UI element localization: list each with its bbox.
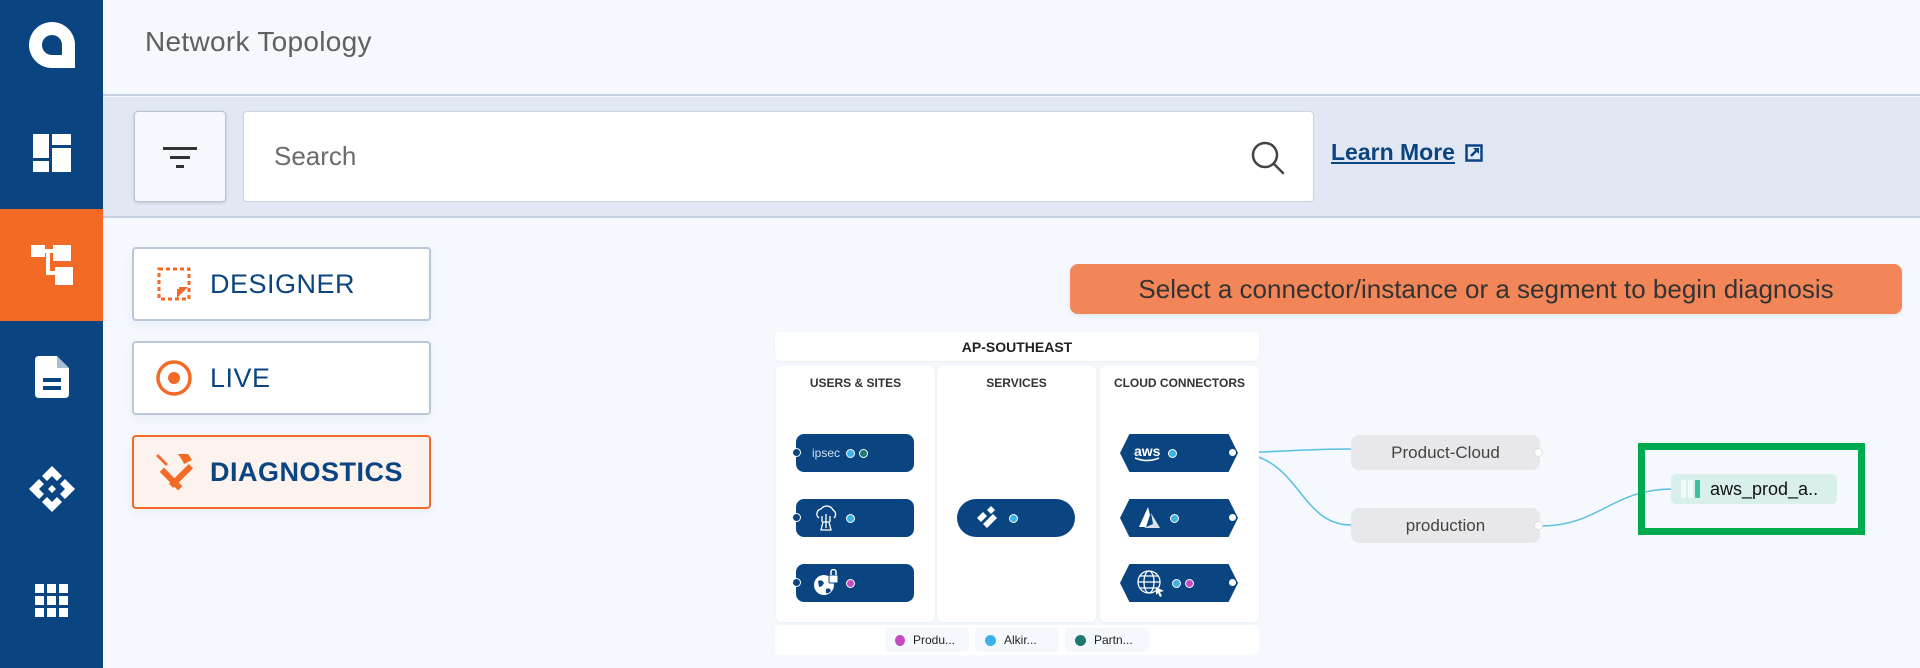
- region-title: AP-SOUTHEAST: [775, 332, 1259, 361]
- segment-dot: [1185, 578, 1194, 588]
- column-cloud-connectors: CLOUD CONNECTORS aws: [1100, 366, 1259, 622]
- sidebar-item-apps[interactable]: [0, 545, 103, 657]
- toolbar: Learn More: [103, 97, 1920, 218]
- legend-item[interactable]: Produ...: [885, 628, 969, 652]
- aws-icon: aws: [1134, 440, 1160, 466]
- column-users-sites: USERS & SITES ipsec: [776, 366, 935, 622]
- segment-dot: [846, 578, 855, 588]
- live-record-icon: [156, 360, 192, 396]
- page-header: Network Topology: [103, 0, 1920, 96]
- legend-label: Partn...: [1094, 633, 1133, 647]
- legend-dot: [895, 634, 905, 646]
- node-internet[interactable]: [1120, 564, 1238, 602]
- ipsec-label: ipsec: [812, 446, 841, 460]
- mode-live-button[interactable]: LIVE: [132, 341, 431, 415]
- node-globe-lock[interactable]: [792, 564, 914, 602]
- mode-label: LIVE: [210, 362, 271, 393]
- legend-item[interactable]: Partn...: [1065, 628, 1149, 652]
- segment-label: production: [1405, 515, 1486, 535]
- port: [1229, 514, 1236, 521]
- port: [792, 578, 801, 587]
- port: [1229, 579, 1236, 586]
- node-ipsec[interactable]: ipsec: [792, 434, 914, 472]
- sidebar-item-integrations[interactable]: [0, 433, 103, 545]
- node-cloud-tower[interactable]: [792, 499, 914, 537]
- globe-lock-icon: [812, 569, 840, 596]
- cloud-tower-icon: [812, 505, 840, 531]
- sidebar-item-reports[interactable]: [0, 321, 103, 433]
- node-aws[interactable]: aws: [1120, 434, 1238, 472]
- mode-designer-button[interactable]: DESIGNER: [132, 247, 431, 321]
- legend-item[interactable]: Alkir...: [975, 628, 1059, 652]
- diagnosis-hint-banner: Select a connector/instance or a segment…: [1070, 264, 1902, 314]
- learn-more-label: Learn More: [1331, 139, 1455, 165]
- legend-dot: [1075, 634, 1086, 646]
- column-title: SERVICES: [986, 376, 1047, 390]
- document-icon: [34, 356, 69, 398]
- designer-select-icon: [157, 267, 191, 301]
- topology-icon: [30, 245, 73, 285]
- column-services: SERVICES: [937, 366, 1096, 622]
- globe-cursor-icon: [1136, 570, 1166, 597]
- azure-icon: [1136, 505, 1162, 531]
- column-title: CLOUD CONNECTORS: [1113, 376, 1246, 390]
- mode-label: DESIGNER: [210, 268, 356, 299]
- search-input[interactable]: [274, 112, 1234, 201]
- segment-product-cloud[interactable]: Product-Cloud: [1351, 435, 1543, 470]
- palo-alto-icon: [973, 505, 1001, 531]
- segment-production[interactable]: production: [1351, 508, 1543, 543]
- alkira-logo[interactable]: [0, 0, 103, 90]
- port: [792, 513, 801, 522]
- legend-label: Produ...: [912, 633, 955, 647]
- mode-label: DIAGNOSTICS: [210, 456, 404, 487]
- port: [1534, 521, 1543, 530]
- legend-dot: [985, 634, 996, 646]
- grid-icon: [34, 584, 68, 617]
- page-title: Network Topology: [145, 26, 372, 57]
- sidebar-item-dashboard[interactable]: [0, 97, 103, 209]
- external-link-icon: [1465, 143, 1483, 162]
- sidebar-item-network-topology[interactable]: [0, 209, 103, 321]
- segment-dot: [846, 513, 855, 523]
- instance-node[interactable]: aws_prod_a..: [1671, 474, 1837, 504]
- legend-label: Alkir...: [1004, 633, 1037, 647]
- filter-icon: [163, 146, 197, 168]
- region-panel: AP-SOUTHEAST USERS & SITES ipsec SERVICE…: [775, 332, 1259, 655]
- segment-dot: [1170, 513, 1179, 523]
- node-palo-alto[interactable]: [957, 499, 1075, 537]
- instance-status-bars: [1681, 480, 1700, 498]
- aws-label: aws: [1134, 442, 1161, 459]
- column-title: USERS & SITES: [809, 376, 902, 390]
- learn-more-link[interactable]: Learn More: [1331, 139, 1483, 166]
- mode-diagnostics-button[interactable]: DIAGNOSTICS: [132, 435, 431, 509]
- search-box: [243, 111, 1314, 202]
- segment-dot: [1172, 578, 1181, 588]
- diamond-cluster-icon: [28, 466, 75, 512]
- segment-dot: [859, 448, 869, 458]
- segment-legend: Produ... Alkir... Partn...: [775, 625, 1259, 655]
- port: [792, 448, 801, 457]
- segment-dot: [846, 448, 856, 458]
- instance-label: aws_prod_a..: [1710, 478, 1819, 499]
- segment-dot: [1168, 448, 1178, 458]
- dashboard-icon: [32, 134, 71, 172]
- search-icon[interactable]: [1251, 141, 1285, 175]
- port: [1534, 448, 1543, 457]
- filter-button[interactable]: [134, 111, 226, 202]
- sidebar: [0, 0, 103, 668]
- tools-icon: [156, 454, 194, 491]
- segment-label: Product-Cloud: [1391, 442, 1500, 462]
- segment-dot: [1009, 513, 1018, 523]
- port: [1229, 449, 1236, 456]
- node-azure[interactable]: [1120, 499, 1238, 537]
